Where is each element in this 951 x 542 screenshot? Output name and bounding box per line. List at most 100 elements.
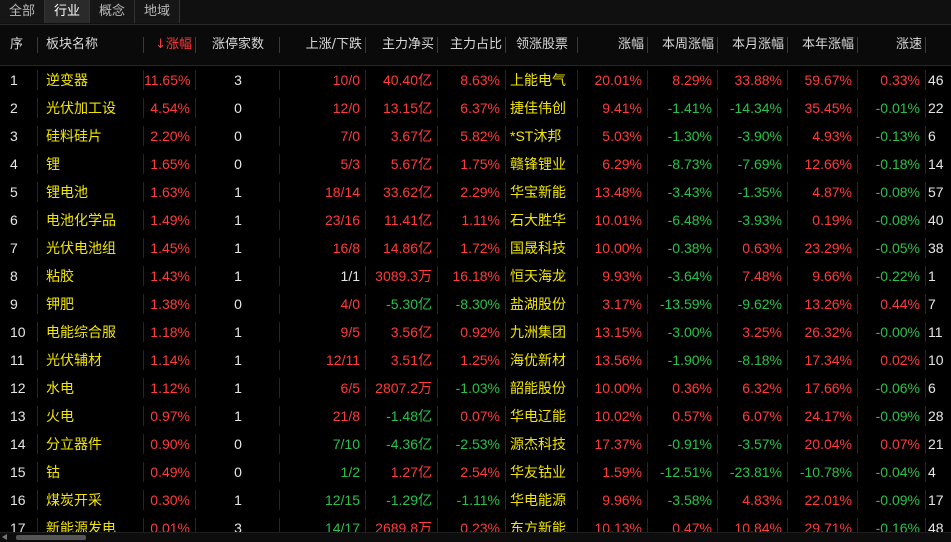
cell-name[interactable]: 光伏加工设 xyxy=(38,94,144,122)
header-leader[interactable]: 领涨股票 xyxy=(506,25,578,65)
cell-name[interactable]: 逆变器 xyxy=(38,66,144,94)
cell-ratio: 0.92% xyxy=(438,318,506,346)
cell-leader[interactable]: 石大胜华 xyxy=(506,206,578,234)
header-ratio[interactable]: 主力占比 xyxy=(438,25,506,65)
table-row[interactable]: 1 逆变器 11.65% 3 10/0 40.40亿 8.63% 上能电气 20.01% 8.29… xyxy=(0,66,951,94)
cell-leader[interactable]: 赣锋锂业 xyxy=(506,150,578,178)
cell-week: 0.36% xyxy=(648,374,718,402)
table-row[interactable]: 3 硅料硅片 2.20% 0 7/0 3.67亿 5.82% *ST沐邦 5.03% -1.30%… xyxy=(0,122,951,150)
table-row[interactable]: 14 分立器件 0.90% 0 7/10 -4.36亿 -2.53% 源杰科技 17.37% -0… xyxy=(0,430,951,458)
table-row[interactable]: 5 锂电池 1.63% 1 18/14 33.62亿 2.29% 华宝新能 13.48% -3.4… xyxy=(0,178,951,206)
tab-2[interactable]: 概念 xyxy=(90,0,136,23)
cell-leader[interactable]: 源杰科技 xyxy=(506,430,578,458)
header-year[interactable]: 本年涨幅 xyxy=(788,25,858,65)
header-leader-chg[interactable]: 涨幅 xyxy=(578,25,648,65)
table-row[interactable]: 13 火电 0.97% 1 21/8 -1.48亿 0.07% 华电辽能 10.02% 0.57%… xyxy=(0,402,951,430)
cell-extra: 21 xyxy=(928,436,944,452)
tab-3[interactable]: 地域 xyxy=(135,0,181,23)
table-row[interactable]: 11 光伏辅材 1.14% 1 12/11 3.51亿 1.25% 海优新材 13.56% -1.… xyxy=(0,346,951,374)
table-row[interactable]: 4 锂 1.65% 0 5/3 5.67亿 1.75% 赣锋锂业 6.29% -8.73% -7.6… xyxy=(0,150,951,178)
header-month[interactable]: 本月涨幅 xyxy=(718,25,788,65)
cell-updown: 1/2 xyxy=(280,458,366,486)
header-speed[interactable]: 涨速 xyxy=(858,25,926,65)
cell-month: -3.90% xyxy=(718,122,788,150)
cell-name[interactable]: 分立器件 xyxy=(38,430,144,458)
cell-name[interactable]: 电能综合服 xyxy=(38,318,144,346)
cell-speed: -0.09% xyxy=(858,402,926,430)
table-row[interactable]: 2 光伏加工设 4.54% 0 12/0 13.15亿 6.37% 捷佳伟创 9.41% -1.4… xyxy=(0,94,951,122)
cell-year: 12.66% xyxy=(788,150,858,178)
cell-name[interactable]: 粘胶 xyxy=(38,262,144,290)
cell-extra: 11 xyxy=(928,324,943,340)
cell-seq: 2 xyxy=(0,94,38,122)
header-netbuy[interactable]: 主力净买 xyxy=(366,25,438,65)
cell-leader[interactable]: 华电能源 xyxy=(506,486,578,514)
cell-name[interactable]: 新能源发电 xyxy=(38,514,144,532)
cell-name[interactable]: 水电 xyxy=(38,374,144,402)
cell-leader[interactable]: 九洲集团 xyxy=(506,318,578,346)
cell-week: -3.58% xyxy=(648,486,718,514)
cell-name[interactable]: 光伏电池组 xyxy=(38,234,144,262)
cell-leader[interactable]: 华宝新能 xyxy=(506,178,578,206)
cell-lchg: 13.48% xyxy=(578,178,648,206)
header-name[interactable]: 板块名称 xyxy=(38,25,144,65)
tab-1[interactable]: 行业 xyxy=(45,0,91,23)
cell-name[interactable]: 钴 xyxy=(38,458,144,486)
cell-year: 23.29% xyxy=(788,234,858,262)
tab-0[interactable]: 全部 xyxy=(0,0,46,23)
cell-ratio: 2.29% xyxy=(438,178,506,206)
cell-name[interactable]: 硅料硅片 xyxy=(38,122,144,150)
cell-leader[interactable]: 华电辽能 xyxy=(506,402,578,430)
cell-chg: 1.45% xyxy=(144,234,196,262)
cell-limit: 0 xyxy=(196,94,280,122)
cell-name[interactable]: 煤炭开采 xyxy=(38,486,144,514)
cell-name[interactable]: 锂电池 xyxy=(38,178,144,206)
cell-leader[interactable]: 恒天海龙 xyxy=(506,262,578,290)
cell-speed: -0.22% xyxy=(858,262,926,290)
table-row[interactable]: 16 煤炭开采 0.30% 1 12/15 -1.29亿 -1.11% 华电能源 9.96% -3… xyxy=(0,486,951,514)
header-seq[interactable]: 序 xyxy=(0,25,38,65)
cell-year: 29.71% xyxy=(788,514,858,532)
cell-leader[interactable]: 东方新能 xyxy=(506,514,578,532)
header-chg[interactable]: ↓涨幅 xyxy=(144,25,196,65)
cell-week: -3.64% xyxy=(648,262,718,290)
cell-leader[interactable]: 华友钴业 xyxy=(506,458,578,486)
cell-leader[interactable]: 上能电气 xyxy=(506,66,578,94)
cell-name[interactable]: 电池化学品 xyxy=(38,206,144,234)
cell-name[interactable]: 锂 xyxy=(38,150,144,178)
table-row[interactable]: 9 钾肥 1.38% 0 4/0 -5.30亿 -8.30% 盐湖股份 3.17% -13.59%… xyxy=(0,290,951,318)
scroll-left-icon[interactable] xyxy=(2,534,7,540)
header-updown[interactable]: 上涨/下跌 xyxy=(280,25,366,65)
cell-limit: 1 xyxy=(196,262,280,290)
cell-ratio: 8.63% xyxy=(438,66,506,94)
table-row[interactable]: 6 电池化学品 1.49% 1 23/16 11.41亿 1.11% 石大胜华 10.01% -6… xyxy=(0,206,951,234)
cell-lchg: 9.41% xyxy=(578,94,648,122)
table-row[interactable]: 12 水电 1.12% 1 6/5 2807.2万 -1.03% 韶能股份 10.00% 0.36… xyxy=(0,374,951,402)
cell-limit: 0 xyxy=(196,458,280,486)
cell-name[interactable]: 火电 xyxy=(38,402,144,430)
table-row[interactable]: 8 粘胶 1.43% 1 1/1 3089.3万 16.18% 恒天海龙 9.93% -3.64%… xyxy=(0,262,951,290)
table-row[interactable]: 15 钴 0.49% 0 1/2 1.27亿 2.54% 华友钴业 1.59% -12.51% -2… xyxy=(0,458,951,486)
cell-month: 4.83% xyxy=(718,486,788,514)
cell-leader[interactable]: 国晟科技 xyxy=(506,234,578,262)
cell-leader[interactable]: 捷佳伟创 xyxy=(506,94,578,122)
scrollbar-thumb[interactable] xyxy=(16,535,86,540)
cell-chg: 0.01% xyxy=(144,514,196,532)
table-row[interactable]: 10 电能综合服 1.18% 1 9/5 3.56亿 0.92% 九洲集团 13.15% -3.0… xyxy=(0,318,951,346)
cell-name[interactable]: 钾肥 xyxy=(38,290,144,318)
cell-limit: 0 xyxy=(196,150,280,178)
table-header: 序 板块名称 ↓涨幅 涨停家数 上涨/下跌 主力净买 主力占比 领涨股票 涨幅 … xyxy=(0,25,951,66)
cell-ratio: -2.53% xyxy=(438,430,506,458)
table-row[interactable]: 17 新能源发电 0.01% 3 14/17 2689.8万 0.23% 东方新能 10.13%… xyxy=(0,514,951,532)
cell-leader[interactable]: *ST沐邦 xyxy=(506,122,578,150)
cell-leader[interactable]: 海优新材 xyxy=(506,346,578,374)
table-row[interactable]: 7 光伏电池组 1.45% 1 16/8 14.86亿 1.72% 国晟科技 10.00% -0.… xyxy=(0,234,951,262)
cell-leader[interactable]: 盐湖股份 xyxy=(506,290,578,318)
cell-leader[interactable]: 韶能股份 xyxy=(506,374,578,402)
cell-year: 0.19% xyxy=(788,206,858,234)
header-limit[interactable]: 涨停家数 xyxy=(196,25,280,65)
cell-name[interactable]: 光伏辅材 xyxy=(38,346,144,374)
cell-lchg: 9.93% xyxy=(578,262,648,290)
header-week[interactable]: 本周涨幅 xyxy=(648,25,718,65)
cell-netbuy: 33.62亿 xyxy=(366,178,438,206)
